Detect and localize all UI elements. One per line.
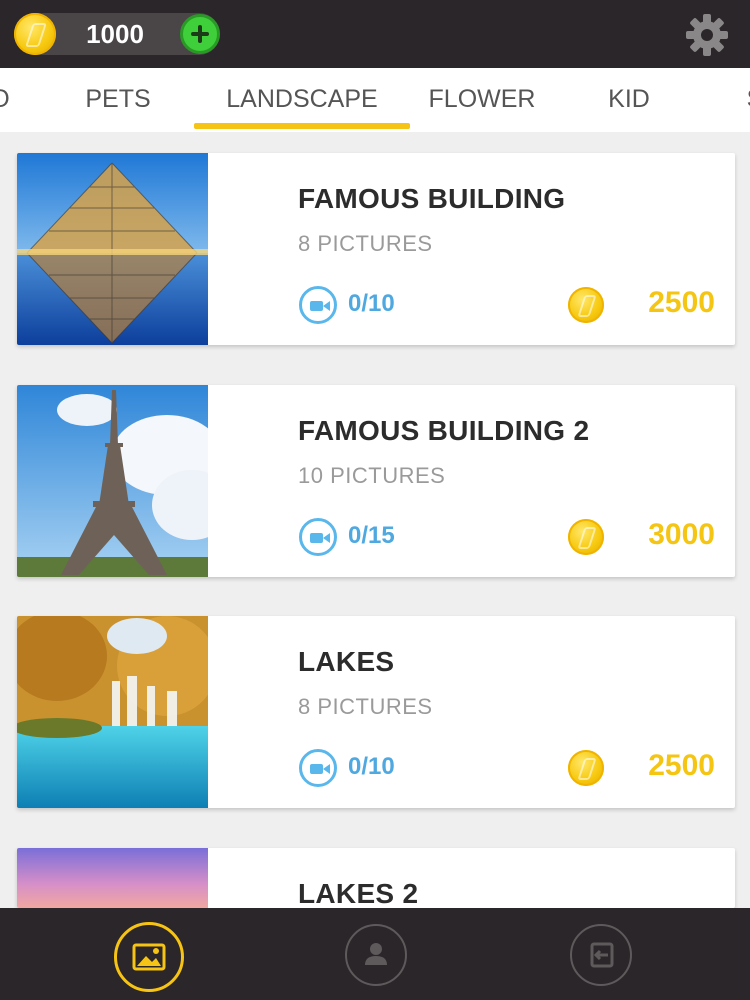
pack-picture-count: 8 PICTURES <box>298 231 433 256</box>
pack-title: LAKES <box>298 646 395 677</box>
lake-waterfall-thumbnail <box>17 616 208 808</box>
coin-icon <box>568 750 604 786</box>
profile-icon <box>365 943 387 965</box>
video-progress: 0/15 <box>348 522 395 549</box>
tab-partial-left[interactable]: O <box>0 68 10 132</box>
gear-icon[interactable] <box>684 12 730 58</box>
share-nav-button[interactable] <box>570 924 632 986</box>
video-camera-icon[interactable] <box>299 286 337 324</box>
video-camera-icon[interactable] <box>299 518 337 556</box>
category-tabs: O PETS LANDSCAPE FLOWER KID S <box>0 68 750 132</box>
pack-card[interactable]: FAMOUS BUILDING 8 PICTURES 0/10 2500 <box>17 153 735 345</box>
profile-nav-button[interactable] <box>345 924 407 986</box>
pack-title: LAKES 2 <box>298 878 419 908</box>
coin-balance: 1000 <box>86 19 144 49</box>
gallery-nav-button[interactable] <box>114 922 184 992</box>
share-icon <box>590 942 614 968</box>
pack-title: FAMOUS BUILDING 2 <box>298 415 590 446</box>
pack-card[interactable]: LAKES 8 PICTURES 0/10 2500 <box>17 616 735 808</box>
video-progress: 0/10 <box>348 290 395 317</box>
tab-kid[interactable]: KID <box>584 68 674 132</box>
louvre-pyramid-thumbnail <box>17 153 208 345</box>
tab-flower[interactable]: FLOWER <box>410 68 554 132</box>
coin-icon <box>568 519 604 555</box>
video-camera-icon[interactable] <box>299 749 337 787</box>
lake-sunset-thumbnail <box>17 848 208 908</box>
bottom-nav <box>0 908 750 1000</box>
pack-card[interactable]: FAMOUS BUILDING 2 10 PICTURES 0/15 3000 <box>17 385 735 577</box>
add-coins-button[interactable] <box>180 14 220 54</box>
tab-selected-indicator <box>194 123 410 129</box>
tab-partial-right[interactable]: S <box>740 68 750 132</box>
coin-icon <box>14 13 56 55</box>
tab-pets[interactable]: PETS <box>64 68 172 132</box>
top-bar: 1000 <box>0 0 750 68</box>
pack-card[interactable]: LAKES 2 <box>17 848 735 908</box>
pack-picture-count: 10 PICTURES <box>298 463 446 488</box>
pack-price[interactable]: 3000 <box>615 518 715 552</box>
eiffel-tower-thumbnail <box>17 385 208 577</box>
pack-price[interactable]: 2500 <box>615 749 715 783</box>
pack-title: FAMOUS BUILDING <box>298 183 566 214</box>
gallery-icon <box>132 943 166 971</box>
pack-price[interactable]: 2500 <box>615 286 715 320</box>
pack-picture-count: 8 PICTURES <box>298 694 433 719</box>
video-progress: 0/10 <box>348 753 395 780</box>
coin-icon <box>568 287 604 323</box>
